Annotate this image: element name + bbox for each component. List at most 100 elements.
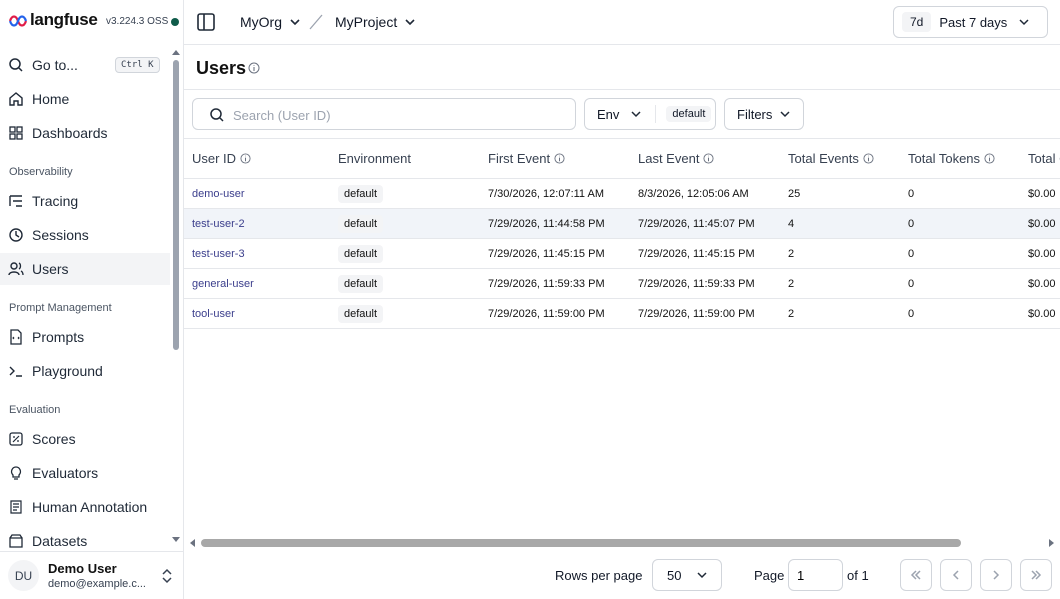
sidebar-toggle-icon[interactable] xyxy=(196,12,216,32)
sidebar-item-sessions[interactable]: Sessions xyxy=(0,219,170,251)
table-row[interactable]: tool-user default 7/29/2026, 11:59:00 PM… xyxy=(184,299,1060,329)
info-icon[interactable] xyxy=(248,62,260,74)
scroll-right-icon[interactable] xyxy=(1048,539,1056,547)
langfuse-logo-icon[interactable] xyxy=(8,14,28,28)
table-horizontal-scrollbar[interactable] xyxy=(184,534,1060,550)
sidebar-item-label: Dashboards xyxy=(32,125,108,141)
chevron-down-icon xyxy=(780,111,790,118)
info-icon[interactable] xyxy=(984,153,995,164)
scroll-down-icon[interactable] xyxy=(172,536,180,544)
sidebar-item-tracing[interactable]: Tracing xyxy=(0,185,170,217)
header-label: User ID xyxy=(192,151,237,166)
search-box[interactable] xyxy=(192,98,576,130)
chevron-down-icon xyxy=(405,19,415,26)
sidebar-item-label: Human Annotation xyxy=(32,499,148,515)
sidebar-item-dashboards[interactable]: Dashboards xyxy=(0,117,170,149)
dashboard-icon xyxy=(8,125,24,141)
sidebar-item-users[interactable]: Users xyxy=(0,253,170,285)
rows-per-page-select[interactable]: 50 xyxy=(652,559,722,591)
sidebar-item-datasets[interactable]: Datasets xyxy=(0,525,170,548)
terminal-icon xyxy=(8,363,24,379)
chevrons-right-icon xyxy=(1031,570,1042,580)
sidebar-item-human-annotation[interactable]: Human Annotation xyxy=(0,491,170,523)
next-page-button[interactable] xyxy=(980,559,1012,591)
filters-label: Filters xyxy=(737,106,773,122)
user-id-link[interactable]: test-user-2 xyxy=(192,209,245,238)
sidebar-item-prompts[interactable]: Prompts xyxy=(0,321,170,353)
last-event-cell: 7/29/2026, 11:59:33 PM xyxy=(638,277,755,290)
total-tokens-cell: 0 xyxy=(908,187,915,200)
total-cost-cell: $0.00 xyxy=(1028,217,1056,230)
scores-icon xyxy=(8,431,24,447)
brand-name[interactable]: langfuse xyxy=(30,10,98,30)
table-row[interactable]: test-user-3 default 7/29/2026, 11:45:15 … xyxy=(184,239,1060,269)
total-cost-cell: $0.00 xyxy=(1028,277,1056,290)
user-name: Demo User xyxy=(48,561,117,576)
scroll-left-icon[interactable] xyxy=(188,539,196,547)
table-row[interactable]: test-user-2 default 7/29/2026, 11:44:58 … xyxy=(184,209,1060,239)
sidebar-item-home[interactable]: Home xyxy=(0,83,170,115)
environment-badge: default xyxy=(338,274,384,293)
column-header-user-id[interactable]: User ID xyxy=(192,139,251,178)
chevron-left-icon xyxy=(952,570,959,580)
total-events-cell: 2 xyxy=(788,277,795,290)
first-page-button[interactable] xyxy=(900,559,932,591)
project-switcher[interactable]: MyProject xyxy=(335,14,417,30)
table-row[interactable]: demo-user default 7/30/2026, 12:07:11 AM… xyxy=(184,179,1060,209)
user-menu[interactable]: DU Demo User demo@example.c... xyxy=(0,551,184,599)
filters-button[interactable]: Filters xyxy=(724,98,804,130)
tracing-icon xyxy=(8,193,24,209)
table-row[interactable]: general-user default 7/29/2026, 11:59:33… xyxy=(184,269,1060,299)
column-header-total-cost[interactable]: Total Cost xyxy=(1028,139,1060,178)
sidebar-item-label: Home xyxy=(32,91,70,107)
chevrons-up-down-icon xyxy=(162,568,172,584)
date-range-picker[interactable]: 7d Past 7 days xyxy=(893,6,1048,38)
first-event-cell: 7/29/2026, 11:44:58 PM xyxy=(488,217,605,230)
first-event-cell: 7/29/2026, 11:59:00 PM xyxy=(488,307,605,320)
column-header-environment[interactable]: Environment xyxy=(338,139,411,178)
column-header-last-event[interactable]: Last Event xyxy=(638,139,714,178)
last-page-button[interactable] xyxy=(1020,559,1052,591)
environment-badge: default xyxy=(338,304,384,323)
info-icon[interactable] xyxy=(240,153,251,164)
rows-per-page-value: 50 xyxy=(667,567,682,583)
section-evaluation: Evaluation xyxy=(9,404,61,416)
user-id-link[interactable]: general-user xyxy=(192,269,254,298)
date-range-label: Past 7 days xyxy=(939,14,1008,30)
total-cost-cell: $0.00 xyxy=(1028,187,1056,200)
sidebar: langfuse v3.224.3 OSS Go to... Ctrl K Ho… xyxy=(0,0,184,599)
environment-filter[interactable]: Env default xyxy=(584,98,716,130)
org-switcher[interactable]: MyOrg xyxy=(240,14,302,30)
column-header-first-event[interactable]: First Event xyxy=(488,139,565,178)
header-label: First Event xyxy=(488,151,551,166)
sidebar-item-playground[interactable]: Playground xyxy=(0,355,170,387)
total-tokens-cell: 0 xyxy=(908,247,915,260)
rows-per-page-label: Rows per page xyxy=(555,568,643,583)
table-scroll-thumb[interactable] xyxy=(201,539,961,547)
search-input[interactable] xyxy=(233,105,563,125)
page-number-input[interactable] xyxy=(788,559,843,591)
info-icon[interactable] xyxy=(863,153,874,164)
sidebar-item-scores[interactable]: Scores xyxy=(0,423,170,455)
topbar: MyOrg MyProject 7d Past 7 days xyxy=(184,0,1060,45)
sidebar-scrollbar[interactable] xyxy=(172,48,180,548)
user-id-link[interactable]: test-user-3 xyxy=(192,239,245,268)
pagination: Rows per page 50 Page of 1 xyxy=(184,550,1060,599)
info-icon[interactable] xyxy=(554,153,565,164)
info-icon[interactable] xyxy=(703,153,714,164)
sidebar-item-goto[interactable]: Go to... Ctrl K xyxy=(0,49,170,81)
environment-badge: default xyxy=(338,184,384,203)
section-observability: Observability xyxy=(9,166,73,178)
column-header-total-tokens[interactable]: Total Tokens xyxy=(908,139,995,178)
sidebar-item-evaluators[interactable]: Evaluators xyxy=(0,457,170,489)
section-prompt-management: Prompt Management xyxy=(9,302,112,314)
column-header-total-events[interactable]: Total Events xyxy=(788,139,874,178)
sidebar-scroll-thumb[interactable] xyxy=(173,60,179,350)
previous-page-button[interactable] xyxy=(940,559,972,591)
file-icon xyxy=(8,329,24,345)
brand-header: langfuse v3.224.3 OSS xyxy=(0,0,184,44)
scroll-up-icon[interactable] xyxy=(172,48,180,56)
user-id-link[interactable]: tool-user xyxy=(192,299,235,328)
divider xyxy=(655,105,657,123)
user-id-link[interactable]: demo-user xyxy=(192,179,245,208)
